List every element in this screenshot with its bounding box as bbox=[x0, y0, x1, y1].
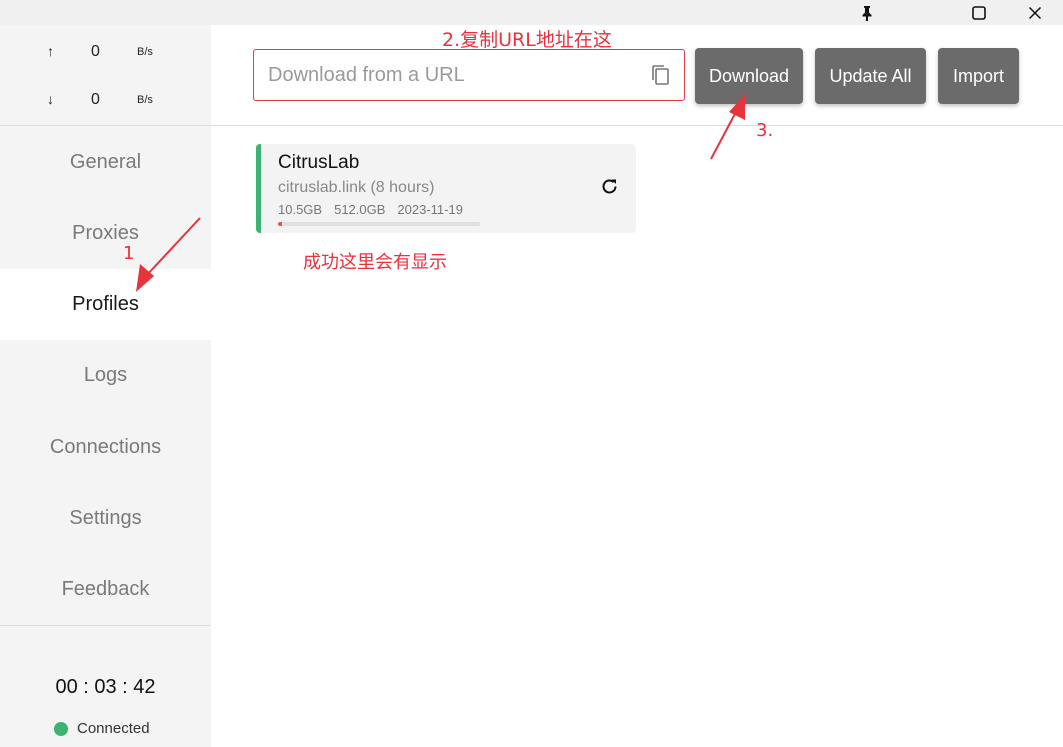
profile-subtitle: citruslab.link (8 hours) bbox=[278, 179, 435, 196]
download-arrow-icon: ↓ bbox=[47, 91, 54, 107]
sidebar-item-profiles[interactable]: Profiles bbox=[0, 269, 211, 340]
annotation-success-note: 成功这里会有显示 bbox=[303, 252, 447, 273]
profile-used: 10.5GB bbox=[278, 202, 323, 217]
download-unit: B/s bbox=[137, 94, 153, 106]
download-value: 0 bbox=[91, 91, 100, 108]
import-button[interactable]: Import bbox=[938, 48, 1019, 104]
sidebar-item-connections[interactable]: Connections bbox=[0, 412, 211, 483]
annotation-step1: 1 bbox=[123, 243, 135, 264]
download-speed: ↓ 0 B/s bbox=[0, 91, 211, 111]
profile-usage-bar bbox=[278, 222, 480, 226]
upload-speed: ↑ 0 B/s bbox=[0, 43, 211, 63]
title-bar bbox=[0, 0, 1063, 25]
profile-usage-fill bbox=[278, 222, 283, 226]
status-label: Connected bbox=[77, 720, 150, 737]
url-input-box bbox=[253, 49, 685, 101]
status-dot-icon bbox=[54, 721, 68, 736]
download-button[interactable]: Download bbox=[695, 48, 803, 104]
upload-value: 0 bbox=[91, 43, 100, 60]
pin-icon[interactable] bbox=[839, 0, 895, 25]
sidebar-item-feedback[interactable]: Feedback bbox=[0, 554, 211, 625]
app-window: ↑ 0 B/s ↓ 0 B/s General Proxies Profiles… bbox=[0, 0, 1063, 747]
profiles-header: Download Update All Import bbox=[211, 25, 1063, 126]
profile-name: CitrusLab bbox=[278, 152, 360, 173]
sidebar-item-settings[interactable]: Settings bbox=[0, 483, 211, 554]
sidebar-item-proxies[interactable]: Proxies bbox=[0, 198, 211, 269]
sidebar: ↑ 0 B/s ↓ 0 B/s General Proxies Profiles… bbox=[0, 25, 211, 747]
sidebar-item-general[interactable]: General bbox=[0, 127, 211, 198]
profile-active-indicator bbox=[256, 144, 261, 233]
uptime-timer: 00 : 03 : 42 bbox=[55, 676, 156, 698]
profile-meta: 10.5GB 512.0GB 2023-11-19 bbox=[278, 202, 475, 217]
close-icon[interactable] bbox=[1007, 0, 1063, 25]
upload-unit: B/s bbox=[137, 46, 153, 58]
upload-arrow-icon: ↑ bbox=[47, 43, 54, 59]
sidebar-item-logs[interactable]: Logs bbox=[0, 340, 211, 411]
update-all-button[interactable]: Update All bbox=[815, 48, 926, 104]
traffic-panel: ↑ 0 B/s ↓ 0 B/s bbox=[0, 25, 211, 126]
profile-expire: 2023-11-19 bbox=[397, 202, 463, 217]
connection-status: Connected bbox=[54, 720, 150, 737]
url-input[interactable] bbox=[268, 50, 638, 100]
profile-total: 512.0GB bbox=[334, 202, 386, 217]
maximize-icon[interactable] bbox=[951, 0, 1007, 25]
annotation-step3: 3. bbox=[756, 120, 774, 141]
annotation-step2: 2.复制URL地址在这 bbox=[442, 29, 612, 51]
sidebar-footer: 00 : 03 : 42 Connected bbox=[0, 625, 211, 747]
copy-icon[interactable] bbox=[650, 64, 670, 91]
profile-card[interactable]: CitrusLab citruslab.link (8 hours) 10.5G… bbox=[256, 144, 636, 233]
refresh-icon[interactable] bbox=[600, 177, 620, 202]
